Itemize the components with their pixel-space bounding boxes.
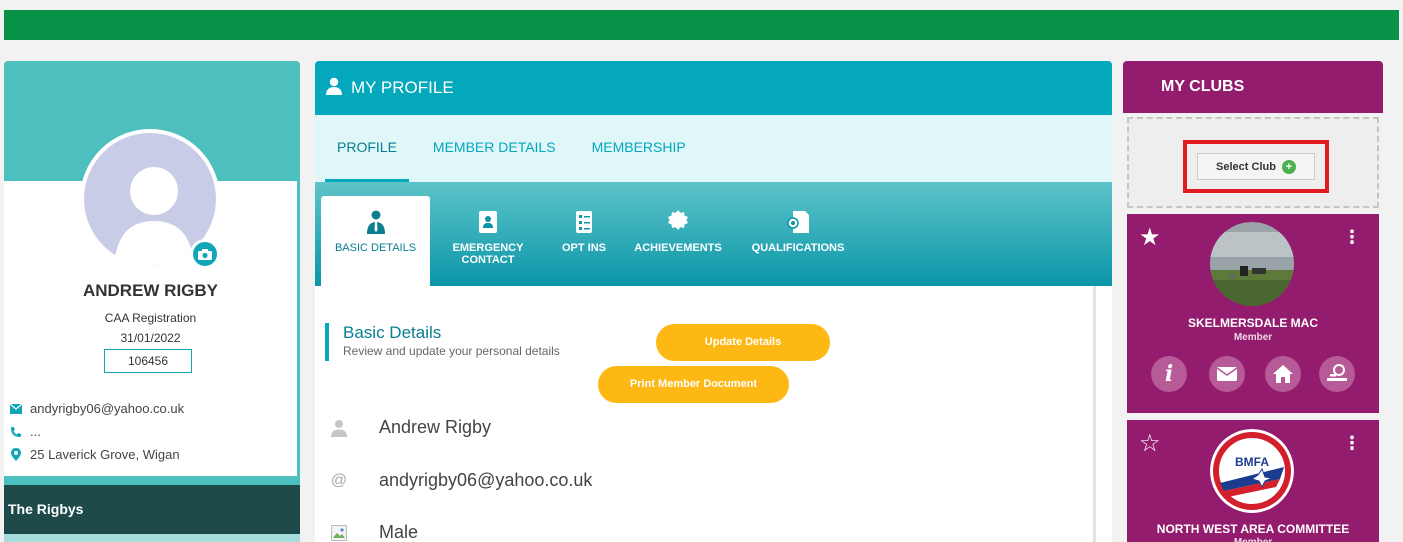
section-accent-bar <box>325 323 329 361</box>
tab-member-details[interactable]: MEMBER DETAILS <box>421 115 568 182</box>
envelope-icon <box>10 403 22 415</box>
checklist-icon <box>576 210 592 234</box>
profile-name: ANDREW RIGBY <box>82 281 219 300</box>
club-logo <box>1210 222 1294 306</box>
page-title: MY PROFILE <box>351 78 454 97</box>
email-row: andyrigby06@yahoo.co.uk <box>10 401 184 416</box>
subtab-qualifications-label: QUALIFICATIONS <box>751 242 845 254</box>
subtab-emergency-contact-label: EMERGENCY CONTACT <box>452 242 524 266</box>
mail-icon[interactable] <box>1209 356 1245 392</box>
highlight-box <box>1183 140 1329 193</box>
camera-icon[interactable] <box>190 239 220 269</box>
scrollbar-track[interactable] <box>1093 286 1096 542</box>
profile-email[interactable]: andyrigby06@yahoo.co.uk <box>30 401 184 416</box>
club-logo: BMFA <box>1210 429 1294 513</box>
subtab-opt-ins[interactable]: OPT INS <box>559 196 609 286</box>
registration-label: CAA Registration <box>104 311 197 325</box>
club-card: ☆ ⋮ BMFA NORTH WEST AREA COMMITTEE Membe… <box>1127 420 1379 542</box>
person-tie-icon <box>366 210 386 234</box>
subtab-basic-details[interactable]: BASIC DETAILS <box>321 196 430 286</box>
subtab-qualifications[interactable]: QUALIFICATIONS <box>743 196 853 286</box>
my-profile-header: MY PROFILE <box>315 61 1112 115</box>
section-subtitle: Review and update your personal details <box>343 344 560 358</box>
update-details-button[interactable]: Update Details <box>656 324 830 361</box>
map-pin-icon <box>10 448 22 461</box>
subtab-emergency-contact[interactable]: EMERGENCY CONTACT <box>443 196 533 286</box>
broken-image-icon <box>329 523 349 542</box>
member-number: 106456 <box>104 349 192 373</box>
gender-value: Male <box>379 522 419 542</box>
my-profile-panel: MY PROFILE PROFILE MEMBER DETAILS MEMBER… <box>315 61 1112 542</box>
subtab-achievements-label: ACHIEVEMENTS <box>634 242 722 254</box>
at-sign-icon: @ <box>330 471 348 489</box>
name-value: Andrew Rigby <box>379 417 492 437</box>
family-bar-bottom <box>4 534 300 542</box>
badge-icon <box>666 210 690 234</box>
user-icon <box>325 77 343 100</box>
club-role: Member <box>1233 332 1273 343</box>
club-card: ★ ⋮ SKELMERSDALE MAC Member i <box>1127 214 1379 413</box>
profile-address: 25 Laverick Grove, Wigan <box>30 447 180 462</box>
profile-phone: ... <box>30 424 41 439</box>
subtab-opt-ins-label: OPT INS <box>561 242 606 254</box>
tab-membership[interactable]: MEMBERSHIP <box>580 115 698 182</box>
club-logo-text: BMFA <box>1235 455 1269 469</box>
my-clubs-header: MY CLUBS <box>1123 61 1383 113</box>
name-field: Andrew Rigby <box>329 417 491 438</box>
print-member-document-button[interactable]: Print Member Document <box>598 366 789 403</box>
phone-row: ... <box>10 424 41 439</box>
section-title: Basic Details <box>343 323 442 342</box>
registration-date: 31/01/2022 <box>120 331 181 345</box>
subtab-achievements[interactable]: ACHIEVEMENTS <box>625 196 731 286</box>
family-name[interactable]: The Rigbys <box>4 485 300 534</box>
location-person-icon[interactable] <box>1319 356 1355 392</box>
info-icon[interactable]: i <box>1151 356 1187 392</box>
more-options-icon[interactable]: ⋮ <box>1343 228 1361 246</box>
star-outline-icon[interactable]: ☆ <box>1139 432 1161 456</box>
email-field: @ andyrigby06@yahoo.co.uk <box>329 470 593 491</box>
tab-profile[interactable]: PROFILE <box>325 115 409 182</box>
gender-field: Male <box>329 522 418 542</box>
profile-panel: andyrigby06@yahoo.co.uk ... 25 Laverick … <box>4 61 300 542</box>
contact-book-icon <box>479 210 497 234</box>
more-options-icon[interactable]: ⋮ <box>1343 434 1361 452</box>
user-icon <box>329 418 349 438</box>
basic-details-section: Basic Details Review and update your per… <box>315 286 1112 542</box>
address-row: 25 Laverick Grove, Wigan <box>10 447 180 462</box>
email-value: andyrigby06@yahoo.co.uk <box>379 470 593 490</box>
subtab-basic-details-label: BASIC DETAILS <box>334 242 417 254</box>
detail-subtabs: BASIC DETAILS EMERGENCY CONTACT OPT INS … <box>315 182 1112 286</box>
my-clubs-panel: MY CLUBS Select Club + ★ ⋮ SKELMERSDALE … <box>1123 61 1383 542</box>
profile-tabs: PROFILE MEMBER DETAILS MEMBERSHIP <box>315 115 1112 182</box>
certificate-icon <box>787 210 809 234</box>
phone-icon <box>10 426 22 438</box>
club-role: Member <box>1127 537 1379 542</box>
star-filled-icon[interactable]: ★ <box>1139 226 1161 250</box>
club-name: SKELMERSDALE MAC <box>1187 316 1318 330</box>
club-name: NORTH WEST AREA COMMITTEE <box>1156 522 1350 536</box>
top-bar <box>4 10 1399 40</box>
home-icon[interactable] <box>1265 356 1301 392</box>
select-club-area: Select Club + <box>1127 117 1379 208</box>
